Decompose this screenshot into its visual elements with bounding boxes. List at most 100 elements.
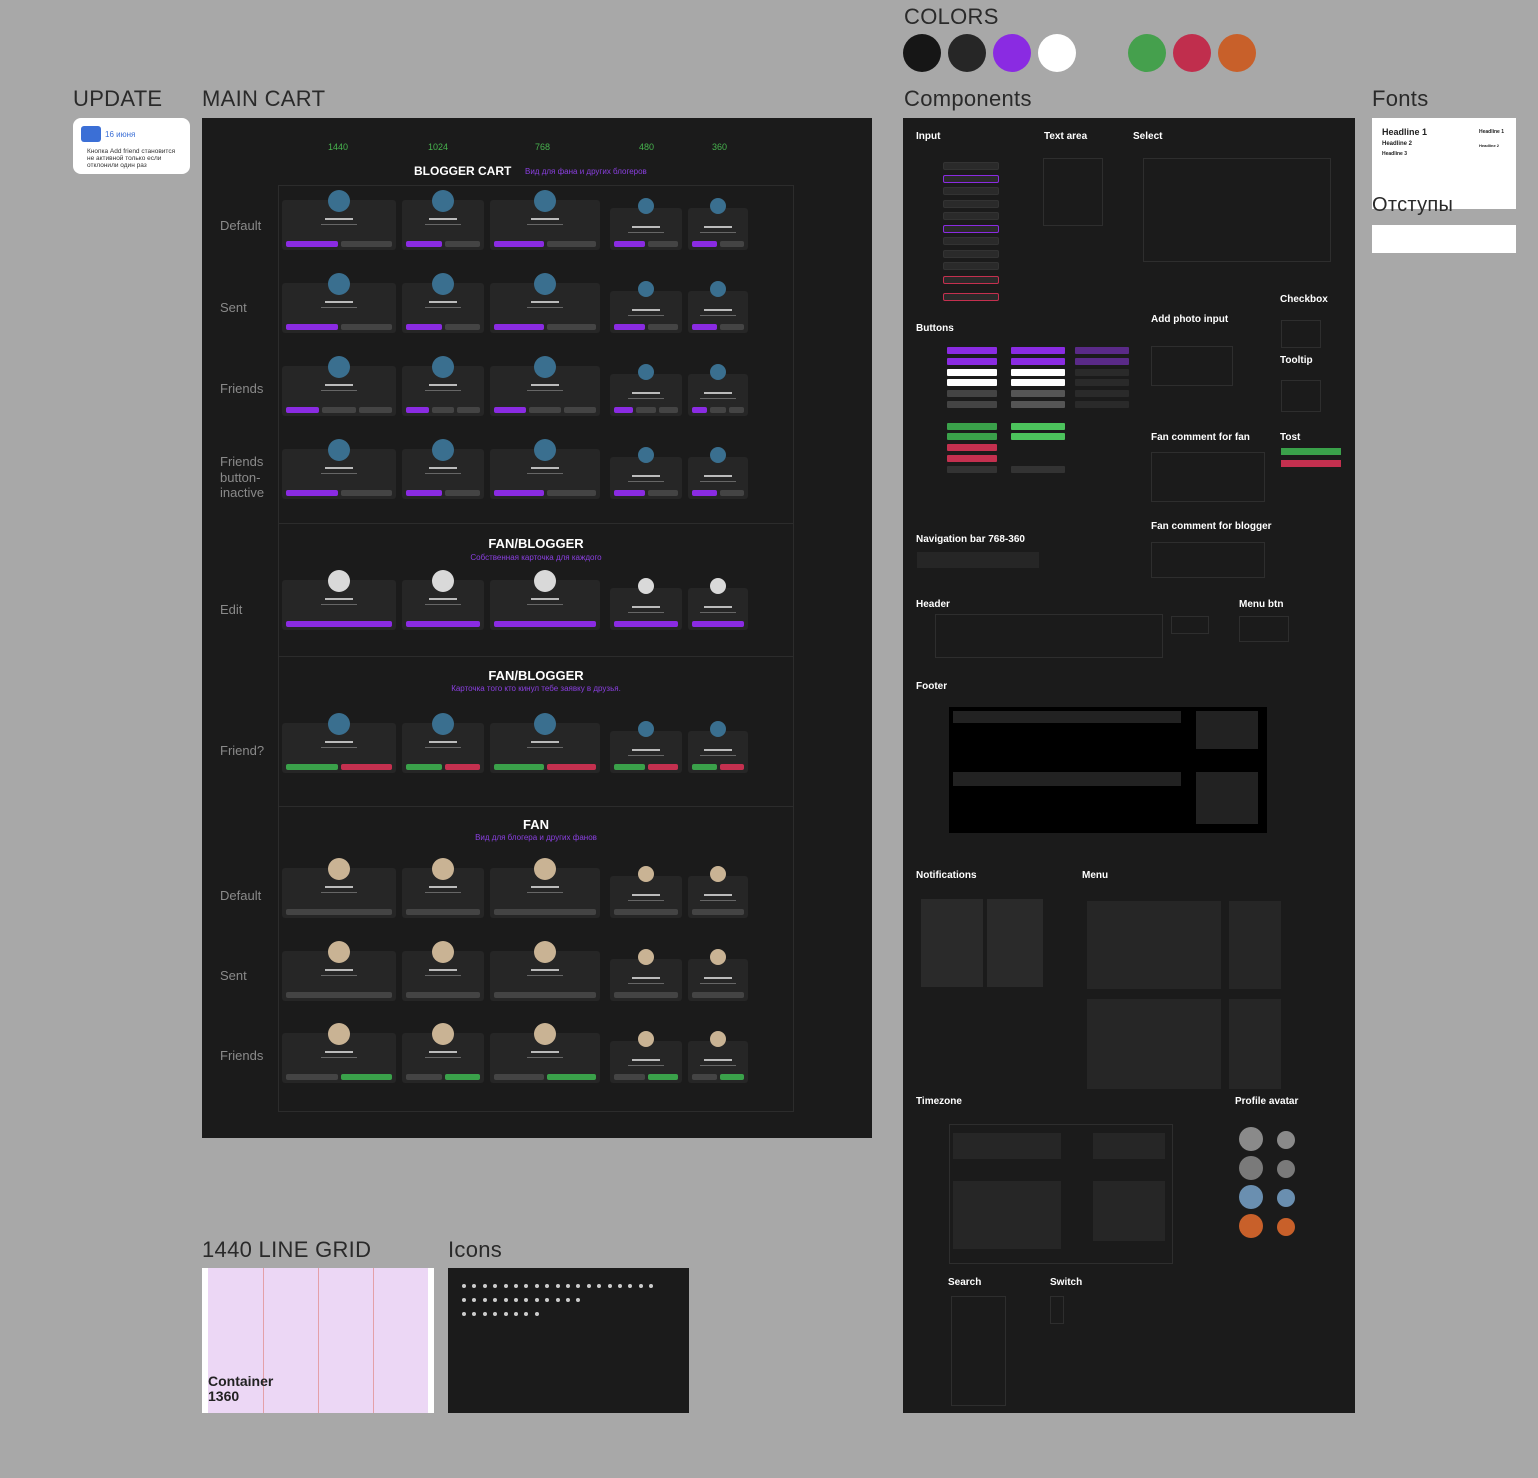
card-button[interactable] (340, 324, 392, 330)
input-field[interactable] (943, 199, 999, 208)
button-variant[interactable] (1011, 379, 1065, 387)
card-button[interactable] (494, 621, 596, 627)
card-button[interactable] (494, 490, 544, 496)
card-button[interactable] (719, 324, 744, 330)
card-button[interactable] (457, 407, 480, 413)
input-field[interactable] (943, 262, 999, 270)
card-button[interactable] (546, 324, 596, 330)
card-button[interactable] (719, 241, 744, 247)
card-button[interactable] (286, 407, 320, 413)
add-photo-frame[interactable] (1151, 346, 1233, 386)
card-button[interactable] (406, 407, 429, 413)
card-button[interactable] (494, 407, 526, 413)
card-button[interactable] (546, 764, 596, 770)
card-button[interactable] (719, 1074, 744, 1080)
input-field[interactable] (943, 187, 999, 195)
card-button[interactable] (444, 764, 480, 770)
card-button[interactable] (647, 764, 678, 770)
card-button[interactable] (614, 1074, 645, 1080)
card-button[interactable] (692, 992, 744, 998)
card-button[interactable] (692, 324, 717, 330)
card-button[interactable] (358, 407, 392, 413)
card-button[interactable] (406, 241, 442, 247)
card-button[interactable] (614, 490, 645, 496)
card-button[interactable] (286, 324, 338, 330)
input-field-error[interactable] (943, 276, 999, 284)
button-variant[interactable] (947, 390, 997, 398)
card-button[interactable] (406, 992, 480, 998)
select-frame[interactable] (1143, 158, 1331, 262)
card-button[interactable] (728, 407, 744, 413)
textarea-frame[interactable] (1043, 158, 1103, 226)
card-button[interactable] (322, 407, 356, 413)
card-button[interactable] (546, 1074, 596, 1080)
card-button[interactable] (647, 1074, 678, 1080)
card-button[interactable] (340, 241, 392, 247)
card-button[interactable] (692, 764, 717, 770)
input-field[interactable] (943, 162, 999, 170)
card-button[interactable] (286, 764, 338, 770)
card-button[interactable] (494, 324, 544, 330)
button-variant[interactable] (1075, 401, 1129, 408)
card-button[interactable] (614, 324, 645, 330)
button-variant[interactable] (1075, 379, 1129, 387)
card-button[interactable] (564, 407, 596, 413)
card-button[interactable] (286, 992, 392, 998)
card-button[interactable] (614, 909, 678, 915)
button-variant[interactable] (1011, 433, 1065, 441)
card-button[interactable] (614, 407, 634, 413)
button-variant[interactable] (1011, 390, 1065, 398)
card-button[interactable] (614, 992, 678, 998)
card-button[interactable] (546, 241, 596, 247)
button-variant[interactable] (1011, 347, 1065, 354)
card-button[interactable] (444, 324, 480, 330)
card-button[interactable] (494, 992, 596, 998)
button-variant[interactable] (947, 379, 997, 387)
card-button[interactable] (286, 490, 338, 496)
input-field[interactable] (943, 212, 999, 220)
button-variant[interactable] (947, 368, 997, 376)
input-field[interactable] (943, 237, 999, 245)
card-button[interactable] (286, 1074, 338, 1080)
card-button[interactable] (494, 241, 544, 247)
card-button[interactable] (406, 1074, 442, 1080)
button-variant[interactable] (947, 465, 997, 473)
card-button[interactable] (692, 407, 708, 413)
button-variant[interactable] (947, 444, 997, 452)
search-frame[interactable] (951, 1296, 1006, 1406)
card-button[interactable] (286, 909, 392, 915)
card-button[interactable] (692, 1074, 717, 1080)
card-button[interactable] (340, 1074, 392, 1080)
card-button[interactable] (431, 407, 455, 413)
card-button[interactable] (636, 407, 656, 413)
button-variant[interactable] (1075, 390, 1129, 398)
card-button[interactable] (340, 490, 392, 496)
button-variant[interactable] (947, 422, 997, 430)
card-button[interactable] (692, 490, 717, 496)
card-button[interactable] (710, 407, 726, 413)
card-button[interactable] (406, 490, 442, 496)
card-button[interactable] (286, 621, 392, 627)
card-button[interactable] (614, 764, 645, 770)
button-variant[interactable] (947, 347, 997, 354)
button-variant[interactable] (947, 357, 997, 365)
card-button[interactable] (719, 764, 744, 770)
card-button[interactable] (647, 324, 678, 330)
card-button[interactable] (444, 490, 480, 496)
card-button[interactable] (614, 241, 645, 247)
checkbox-frame[interactable] (1281, 320, 1321, 348)
card-button[interactable] (614, 621, 678, 627)
button-variant[interactable] (1011, 357, 1065, 365)
card-button[interactable] (692, 909, 744, 915)
card-button[interactable] (647, 241, 678, 247)
button-variant[interactable] (1075, 347, 1129, 354)
card-button[interactable] (406, 621, 480, 627)
button-variant[interactable] (1011, 401, 1065, 408)
card-button[interactable] (286, 241, 338, 247)
button-variant[interactable] (1011, 422, 1065, 430)
card-button[interactable] (406, 909, 480, 915)
card-button[interactable] (658, 407, 678, 413)
card-button[interactable] (692, 621, 744, 627)
input-field[interactable] (943, 249, 999, 258)
switch-frame[interactable] (1050, 1296, 1064, 1324)
